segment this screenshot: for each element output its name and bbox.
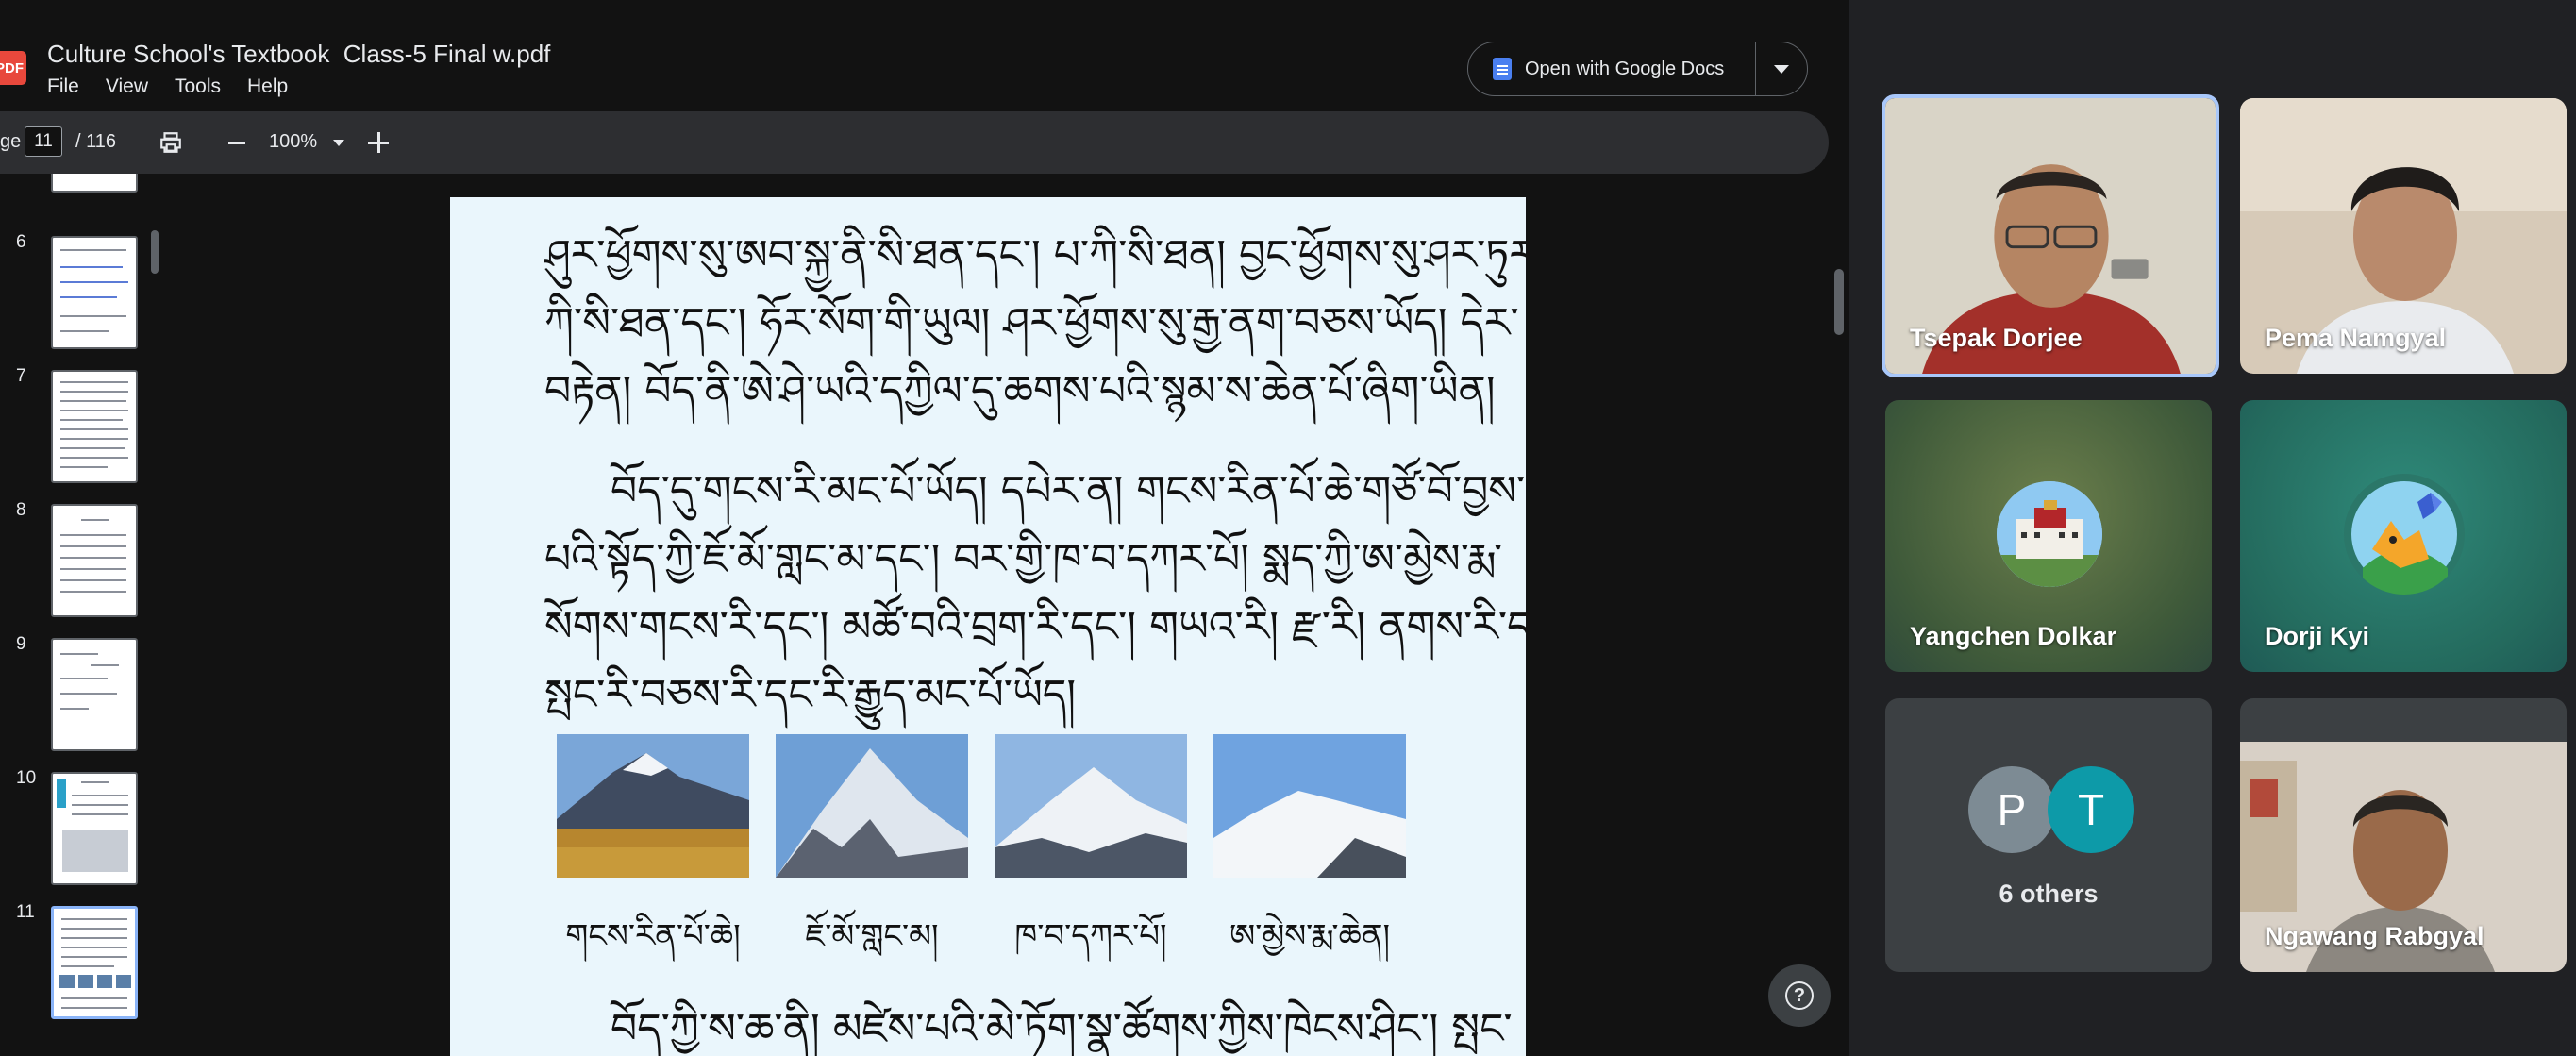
page-scrollbar[interactable] xyxy=(1834,269,1844,335)
open-with-label: Open with Google Docs xyxy=(1525,58,1725,79)
participant-name: Ngawang Rabgyal xyxy=(2265,922,2484,950)
participant-tile[interactable]: Ngawang Rabgyal xyxy=(2240,698,2567,972)
menu-tools[interactable]: Tools xyxy=(175,75,221,98)
mountain-photo xyxy=(995,734,1187,878)
print-icon[interactable] xyxy=(159,130,183,155)
thumbnail-page[interactable] xyxy=(51,504,138,617)
thumbnail-sidebar: 6 7 8 9 10 11 xyxy=(0,174,160,1056)
participant-tile-speaking[interactable]: Tsepak Dorjee xyxy=(1882,94,2219,377)
pdf-toolbar: ge / 116 100% xyxy=(0,111,1829,174)
page-label: ge xyxy=(0,131,22,152)
text-line: བོད་ཀྱི་ས་ཆ་ནི། མཛེས་པའི་མེ་ཏོག་སྣ་ཚོགས་… xyxy=(611,1005,1513,1053)
thumbnail-scrollbar[interactable] xyxy=(151,230,159,274)
participant-name: Yangchen Dolkar xyxy=(1910,622,2117,650)
page-number-input[interactable] xyxy=(25,126,62,157)
thumbnail-number: 6 xyxy=(16,232,26,252)
participant-name: Pema Namgyal xyxy=(2265,324,2447,352)
thumbnail-number: 10 xyxy=(16,768,37,788)
participant-avatar xyxy=(1997,481,2102,587)
viewer-header: PDF Culture School's Textbook Class-5 Fi… xyxy=(0,0,1849,109)
document-title: Culture School's Textbook Class-5 Final … xyxy=(47,40,551,68)
pdf-viewer: PDF Culture School's Textbook Class-5 Fi… xyxy=(0,0,1849,1056)
thumbnail-page-active[interactable] xyxy=(51,906,138,1019)
others-tile[interactable]: P T 6 others xyxy=(1885,698,2212,972)
zoom-out-icon[interactable] xyxy=(228,142,245,144)
participant-tile[interactable]: Pema Namgyal xyxy=(2240,98,2567,374)
thumbnail-page[interactable] xyxy=(51,638,138,751)
chevron-down-icon xyxy=(1774,64,1789,74)
mountain-photo xyxy=(557,734,749,878)
thumbnail-number: 11 xyxy=(16,902,35,922)
menu-view[interactable]: View xyxy=(106,75,148,98)
thumbnail-number: 7 xyxy=(16,366,26,386)
thumbnail-page[interactable] xyxy=(51,236,138,349)
thumbnail-number: 9 xyxy=(16,634,26,654)
participant-name: Dorji Kyi xyxy=(2265,622,2370,650)
mountain-photo xyxy=(1213,734,1406,878)
zoom-dropdown-icon[interactable] xyxy=(333,140,344,146)
others-count: 6 others xyxy=(1999,880,2099,908)
pdf-page: ཤུར་ཕྱོགས་སུ་ཨབ་སྐྱ་ནི་སི་ཐན་དང་། པ་ཀི་ས… xyxy=(450,197,1526,1056)
participant-initial-avatar: P xyxy=(1968,766,2055,853)
thumbnail-page[interactable] xyxy=(51,772,138,885)
pdf-file-icon: PDF xyxy=(0,51,26,85)
potala-palace-icon xyxy=(1997,481,2102,587)
photo-caption: གངས་རིན་པོ་ཆེ། xyxy=(565,917,741,955)
menu-bar: File View Tools Help xyxy=(47,75,288,98)
photo-caption: ཇོ་མོ་གླང་མ། xyxy=(805,917,939,955)
menu-help[interactable]: Help xyxy=(247,75,288,98)
participant-tile[interactable]: Yangchen Dolkar xyxy=(1885,400,2212,672)
help-icon: ? xyxy=(1785,981,1814,1010)
fox-butterfly-icon xyxy=(2351,481,2457,595)
mountain-photo xyxy=(776,734,968,878)
photo-caption: ཁ་བ་དཀར་པོ། xyxy=(1014,917,1167,955)
help-button[interactable]: ? xyxy=(1768,964,1831,1027)
total-pages: / 116 xyxy=(75,131,116,152)
thumbnail-page[interactable] xyxy=(51,370,138,483)
open-with-google-docs-button[interactable]: Open with Google Docs xyxy=(1468,42,1756,95)
open-with-dropdown-button[interactable] xyxy=(1756,64,1807,74)
thumbnail-page[interactable] xyxy=(51,174,138,193)
participant-avatar xyxy=(2344,474,2465,595)
participant-tile[interactable]: Dorji Kyi xyxy=(2240,400,2567,672)
photo-caption: ཨ་མྱེས་རྨ་ཆེན། xyxy=(1229,917,1391,955)
participant-initial-avatar: T xyxy=(2048,766,2134,853)
zoom-in-icon[interactable] xyxy=(368,132,389,153)
menu-file[interactable]: File xyxy=(47,75,79,98)
zoom-level[interactable]: 100% xyxy=(269,131,317,153)
thumbnail-number: 8 xyxy=(16,500,26,520)
participant-name: Tsepak Dorjee xyxy=(1910,324,2083,352)
google-docs-icon xyxy=(1493,58,1512,80)
open-with-google-docs: Open with Google Docs xyxy=(1467,42,1808,96)
